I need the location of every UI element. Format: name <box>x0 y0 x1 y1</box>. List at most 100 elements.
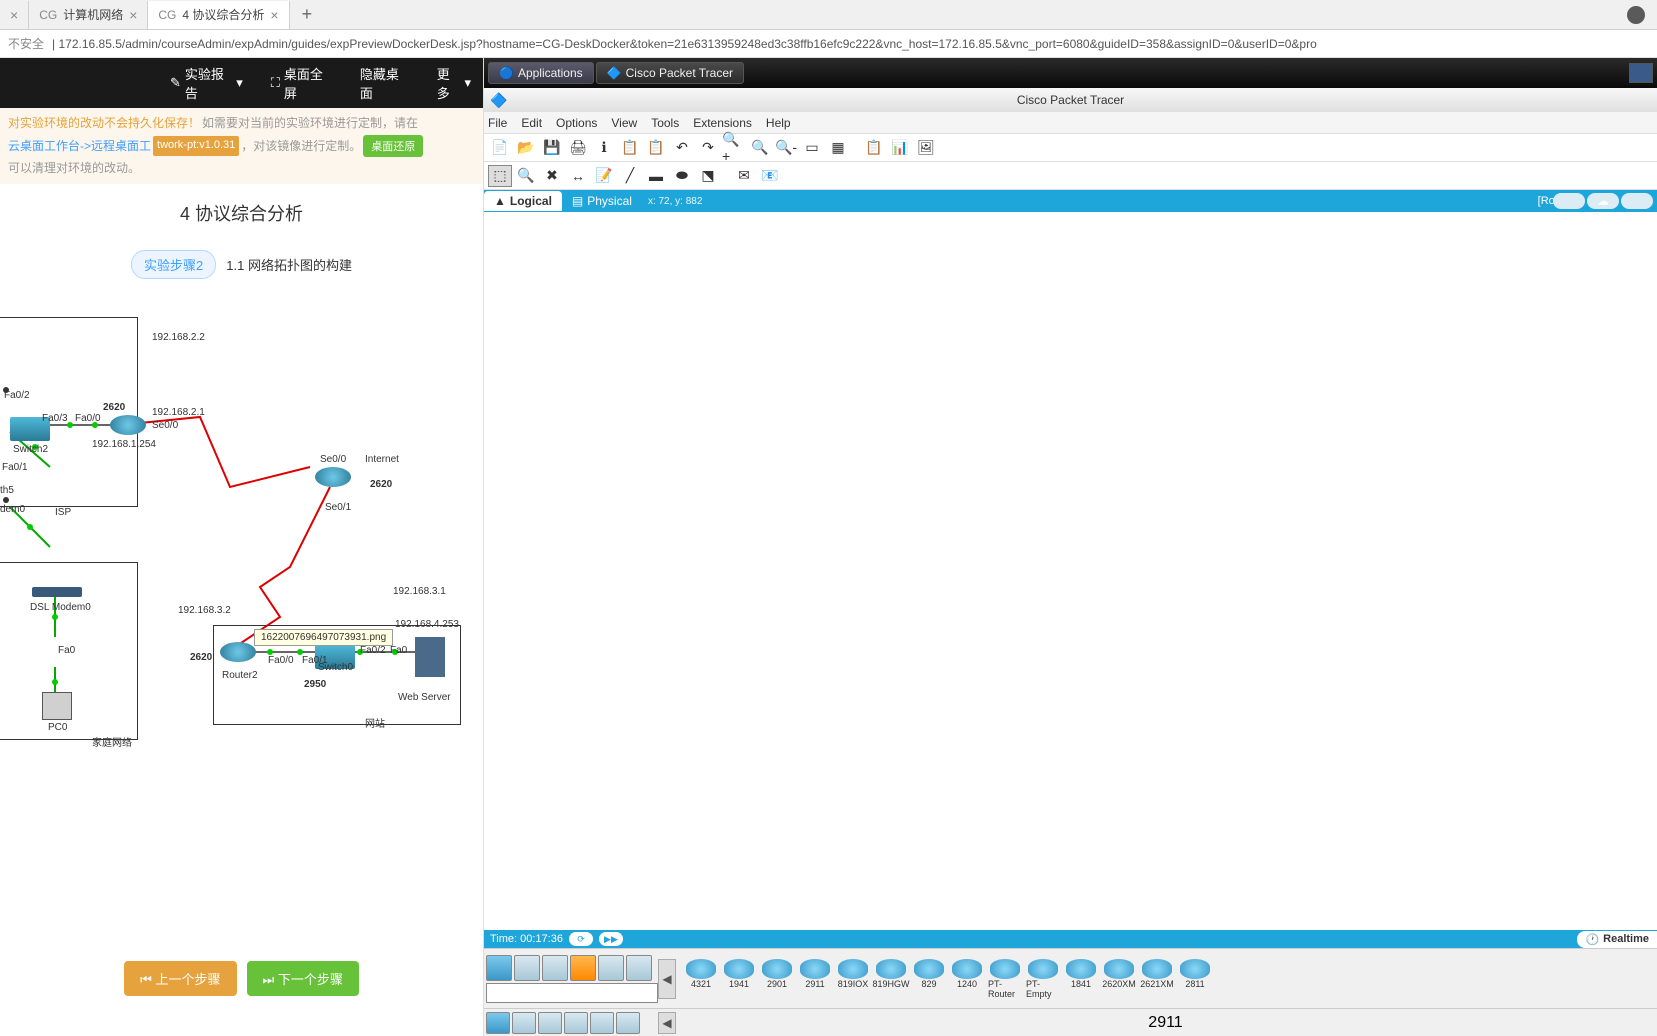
security-subcat[interactable] <box>590 1012 614 1034</box>
browser-tab-2[interactable]: CG 4 协议综合分析 × <box>148 1 289 29</box>
select-tool-icon[interactable]: ⬚ <box>488 165 512 187</box>
device-2901[interactable]: 2901 <box>760 959 794 999</box>
print-icon[interactable]: 🖨 <box>566 137 590 159</box>
hubs-subcat[interactable] <box>538 1012 562 1034</box>
connections-cat[interactable] <box>570 955 596 981</box>
image-icon[interactable]: 🖼 <box>914 137 938 159</box>
desktop-taskbar: 🔵 Applications 🔷 Cisco Packet Tracer <box>484 58 1657 88</box>
device-2620xm[interactable]: 2620XM <box>1102 959 1136 999</box>
device-1841[interactable]: 1841 <box>1064 959 1098 999</box>
device-pt-router[interactable]: PT-Router <box>988 959 1022 999</box>
menu-view[interactable]: View <box>611 116 637 130</box>
browser-tab-1[interactable]: CG 计算机网络 × <box>29 1 148 29</box>
address-bar[interactable]: 不安全 | 172.16.85.5/admin/courseAdmin/expA… <box>0 30 1657 58</box>
complex-pdu-icon[interactable]: 📧 <box>758 165 782 187</box>
close-icon[interactable]: × <box>270 7 278 23</box>
device-2811[interactable]: 2811 <box>1178 959 1212 999</box>
menu-tools[interactable]: Tools <box>651 116 679 130</box>
pt-window-titlebar[interactable]: 🔷 Cisco Packet Tracer <box>484 88 1657 112</box>
nav-icon[interactable] <box>1553 193 1585 209</box>
device-1941[interactable]: 1941 <box>722 959 756 999</box>
freeform-tool-icon[interactable]: ⬔ <box>696 165 720 187</box>
wan-subcat[interactable] <box>616 1012 640 1034</box>
end-devices-cat[interactable] <box>514 955 540 981</box>
multiuser-cat[interactable] <box>626 955 652 981</box>
save-icon[interactable]: 💾 <box>540 137 564 159</box>
reset-desktop-button[interactable]: 桌面还原 <box>363 135 423 157</box>
menu-file[interactable]: File <box>488 116 507 130</box>
applications-menu[interactable]: 🔵 Applications <box>488 62 594 84</box>
screenshot-icon[interactable]: 📊 <box>888 137 912 159</box>
device-dropdown[interactable] <box>486 983 658 1003</box>
menu-options[interactable]: Options <box>556 116 597 130</box>
copy-icon[interactable]: 📋 <box>618 137 642 159</box>
device-2911[interactable]: 2911 <box>798 959 832 999</box>
scroll-left-button[interactable]: ◀ <box>658 959 676 999</box>
ellipse-tool-icon[interactable]: ⬬ <box>670 165 694 187</box>
device-819iox[interactable]: 819IOX <box>836 959 870 999</box>
system-tray-icon[interactable] <box>1629 63 1653 83</box>
browser-settings-icon[interactable] <box>1627 6 1645 24</box>
device-2621xm[interactable]: 2621XM <box>1140 959 1174 999</box>
step-badge[interactable]: 实验步骤2 <box>131 250 216 279</box>
close-icon[interactable]: × <box>129 7 137 23</box>
device-819hgw[interactable]: 819HGW <box>874 959 908 999</box>
zoom-reset-icon[interactable]: 🔍 <box>748 137 772 159</box>
pt-main-toolbar: 📄 📂 💾 🖨 ℹ 📋 📋 ↶ ↷ 🔍+ 🔍 🔍- ▭ ▦ 📋 📊 🖼 <box>484 134 1657 162</box>
menu-extensions[interactable]: Extensions <box>693 116 752 130</box>
new-icon[interactable]: 📄 <box>488 137 512 159</box>
menu-edit[interactable]: Edit <box>521 116 542 130</box>
physical-view-tab[interactable]: ▤ Physical <box>562 191 642 211</box>
device-category-selector <box>486 955 658 1003</box>
zoom-out-icon[interactable]: 🔍- <box>774 137 798 159</box>
close-icon[interactable]: × <box>10 7 18 23</box>
remote-desktop-link[interactable]: 云桌面工作台->远程桌面工 <box>8 137 151 156</box>
report-button[interactable]: ✎ 实验报告 ▾ <box>158 58 255 110</box>
realtime-tab[interactable]: 🕐 Realtime <box>1577 931 1657 948</box>
view-icon[interactable] <box>1621 193 1653 209</box>
switches-subcat[interactable] <box>512 1012 536 1034</box>
label: Internet <box>365 454 399 465</box>
line-tool-icon[interactable]: ╱ <box>618 165 642 187</box>
hide-desktop-button[interactable]: 隐藏桌面 <box>348 58 421 110</box>
more-button[interactable]: 更多 ▾ <box>425 58 483 110</box>
delete-icon[interactable]: ✖ <box>540 165 564 187</box>
browser-tab-0[interactable]: × <box>0 1 29 29</box>
new-tab-button[interactable]: + <box>290 4 325 25</box>
drawing-palette-icon[interactable]: ▭ <box>800 137 824 159</box>
simple-pdu-icon[interactable]: ✉ <box>732 165 756 187</box>
paste-icon[interactable]: 📋 <box>644 137 668 159</box>
network-devices-cat[interactable] <box>486 955 512 981</box>
environment-icon[interactable]: ☁ <box>1587 193 1619 209</box>
packet-tracer-task[interactable]: 🔷 Cisco Packet Tracer <box>596 62 744 84</box>
device-4321[interactable]: 4321 <box>684 959 718 999</box>
device-pt-empty[interactable]: PT-Empty <box>1026 959 1060 999</box>
undo-icon[interactable]: ↶ <box>670 137 694 159</box>
internet-router <box>315 467 351 487</box>
fast-forward-button[interactable]: ▶▶ <box>599 932 623 946</box>
components-cat[interactable] <box>542 955 568 981</box>
wizard-icon[interactable]: ℹ <box>592 137 616 159</box>
note-tool-icon[interactable]: 📝 <box>592 165 616 187</box>
open-icon[interactable]: 📂 <box>514 137 538 159</box>
device-829[interactable]: 829 <box>912 959 946 999</box>
menu-help[interactable]: Help <box>766 116 791 130</box>
redo-icon[interactable]: ↷ <box>696 137 720 159</box>
resize-icon[interactable]: ↔ <box>566 165 590 187</box>
prev-step-button[interactable]: ⏮ 上一个步骤 <box>124 961 236 996</box>
logical-view-tab[interactable]: ▲ Logical <box>484 191 562 211</box>
notes-icon[interactable]: 📋 <box>862 137 886 159</box>
power-cycle-button[interactable]: ⟳ <box>569 932 593 946</box>
misc-cat[interactable] <box>598 955 624 981</box>
routers-subcat[interactable] <box>486 1012 510 1034</box>
next-step-button[interactable]: ⏭ 下一个步骤 <box>247 961 359 996</box>
custom-devices-icon[interactable]: ▦ <box>826 137 850 159</box>
scroll-left-button-2[interactable]: ◀ <box>658 1012 676 1034</box>
inspect-icon[interactable]: 🔍 <box>514 165 538 187</box>
device-1240[interactable]: 1240 <box>950 959 984 999</box>
rectangle-tool-icon[interactable]: ▬ <box>644 165 668 187</box>
fullscreen-button[interactable]: ⛶ 桌面全屏 <box>259 58 344 110</box>
zoom-in-icon[interactable]: 🔍+ <box>722 137 746 159</box>
pt-workspace[interactable] <box>484 212 1657 930</box>
wireless-subcat[interactable] <box>564 1012 588 1034</box>
